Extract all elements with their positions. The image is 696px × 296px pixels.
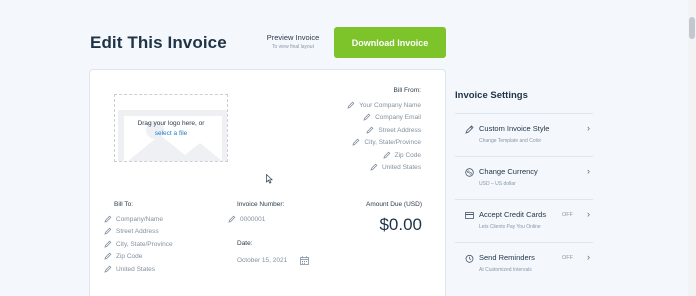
download-invoice-button[interactable]: Download Invoice — [334, 27, 446, 58]
pencil-icon — [104, 252, 112, 260]
bill-from-title: Bill From: — [393, 87, 421, 94]
clock-icon — [465, 254, 474, 263]
preview-invoice-link[interactable]: Preview Invoice To view final layout — [263, 33, 323, 50]
invoice-number-value: 0000001 — [240, 215, 266, 223]
pencil-icon — [383, 151, 390, 159]
setting-custom-invoice-style[interactable]: Custom Invoice Style Change Template and… — [455, 113, 593, 156]
page-title: Edit This Invoice — [90, 33, 227, 52]
bill-from-field-label: City, State/Province — [364, 138, 421, 146]
setting-status-badge: OFF — [562, 212, 573, 218]
bill-from-field-label: Zip Code — [394, 151, 421, 159]
mouse-cursor-icon — [266, 174, 273, 184]
bill-from-company-email[interactable]: Company Email — [363, 113, 421, 121]
bill-from-company-name[interactable]: Your Company Name — [347, 101, 421, 109]
date-field[interactable]: October 15, 2021 — [237, 256, 310, 265]
calendar-icon[interactable] — [300, 256, 310, 265]
pencil-icon — [370, 163, 378, 171]
bill-to-field-label: United States — [116, 265, 156, 273]
invoice-settings-heading: Invoice Settings — [455, 90, 528, 101]
bill-from-zip-code[interactable]: Zip Code — [383, 151, 421, 159]
bill-to-street-address[interactable]: Street Address — [104, 227, 159, 235]
setting-title: Accept Credit Cards — [479, 210, 547, 219]
currency-icon — [465, 168, 474, 177]
page-scrollbar[interactable] — [688, 0, 696, 296]
setting-subtitle: Change Template and Color — [479, 138, 542, 144]
pencil-icon — [228, 215, 236, 223]
pencil-icon — [104, 265, 112, 273]
credit-card-icon — [465, 212, 474, 219]
pencil-icon — [363, 113, 371, 121]
bill-to-country[interactable]: United States — [104, 265, 155, 273]
invoice-number-label: Invoice Number: — [237, 201, 285, 208]
bill-to-zip-code[interactable]: Zip Code — [104, 252, 142, 260]
bill-from-street-address[interactable]: Street Address — [366, 126, 421, 134]
bill-from-country[interactable]: United States — [370, 163, 421, 171]
bill-from-field-label: Street Address — [378, 126, 421, 134]
bill-to-city-state[interactable]: City, State/Province — [104, 240, 173, 248]
setting-status-badge: OFF — [562, 255, 573, 261]
pencil-icon — [104, 240, 112, 248]
date-label: Date: — [237, 240, 253, 247]
invoice-number-field[interactable]: 0000001 — [228, 215, 265, 223]
preview-invoice-label: Preview Invoice — [266, 33, 320, 42]
setting-title: Send Reminders — [479, 253, 535, 262]
bill-to-field-label: City, State/Province — [116, 240, 173, 248]
select-file-link[interactable]: select a file — [115, 129, 227, 139]
bill-to-field-label: Street Address — [116, 227, 159, 235]
setting-title: Custom Invoice Style — [479, 124, 550, 133]
pencil-icon — [104, 215, 112, 223]
setting-accept-credit-cards[interactable]: Accept Credit Cards Lets Clients Pay You… — [455, 199, 593, 242]
setting-subtitle: USD – US dollar — [479, 181, 516, 187]
preview-invoice-sub: To view final layout — [272, 44, 314, 50]
logo-drop-text: Drag your logo here, or — [137, 120, 205, 127]
bill-to-title: Bill To: — [114, 201, 134, 208]
amount-due-label: Amount Due (USD) — [366, 201, 422, 208]
setting-subtitle: Lets Clients Pay You Online — [479, 224, 541, 230]
bill-from-city-state[interactable]: City, State/Province — [352, 138, 421, 146]
amount-due-value: $0.00 — [379, 215, 422, 234]
bill-from-field-label: Your Company Name — [359, 101, 421, 109]
chevron-right-icon: › — [587, 252, 590, 262]
pencil-icon — [352, 138, 360, 146]
pencil-icon — [366, 126, 374, 134]
setting-subtitle: At Customized Intervals — [479, 267, 532, 273]
chevron-right-icon: › — [587, 209, 590, 219]
scrollbar-thumb[interactable] — [689, 17, 695, 39]
chevron-right-icon: › — [587, 123, 590, 133]
setting-title: Change Currency — [479, 167, 538, 176]
pencil-icon — [104, 227, 112, 235]
date-value: October 15, 2021 — [237, 257, 288, 264]
bill-from-field-label: Company Email — [375, 113, 421, 121]
chevron-right-icon: › — [587, 166, 590, 176]
bill-from-field-label: United States — [381, 163, 421, 171]
bill-to-company-name[interactable]: Company/Name — [104, 215, 163, 223]
logo-dropzone[interactable]: Drag your logo here, or select a file — [114, 94, 228, 162]
pencil-icon — [347, 101, 355, 109]
setting-send-reminders[interactable]: Send Reminders At Customized Intervals O… — [455, 242, 593, 285]
brush-icon — [465, 125, 474, 134]
setting-change-currency[interactable]: Change Currency USD – US dollar › — [455, 156, 593, 199]
bill-to-field-label: Zip Code — [116, 252, 143, 260]
bill-to-field-label: Company/Name — [116, 215, 163, 223]
